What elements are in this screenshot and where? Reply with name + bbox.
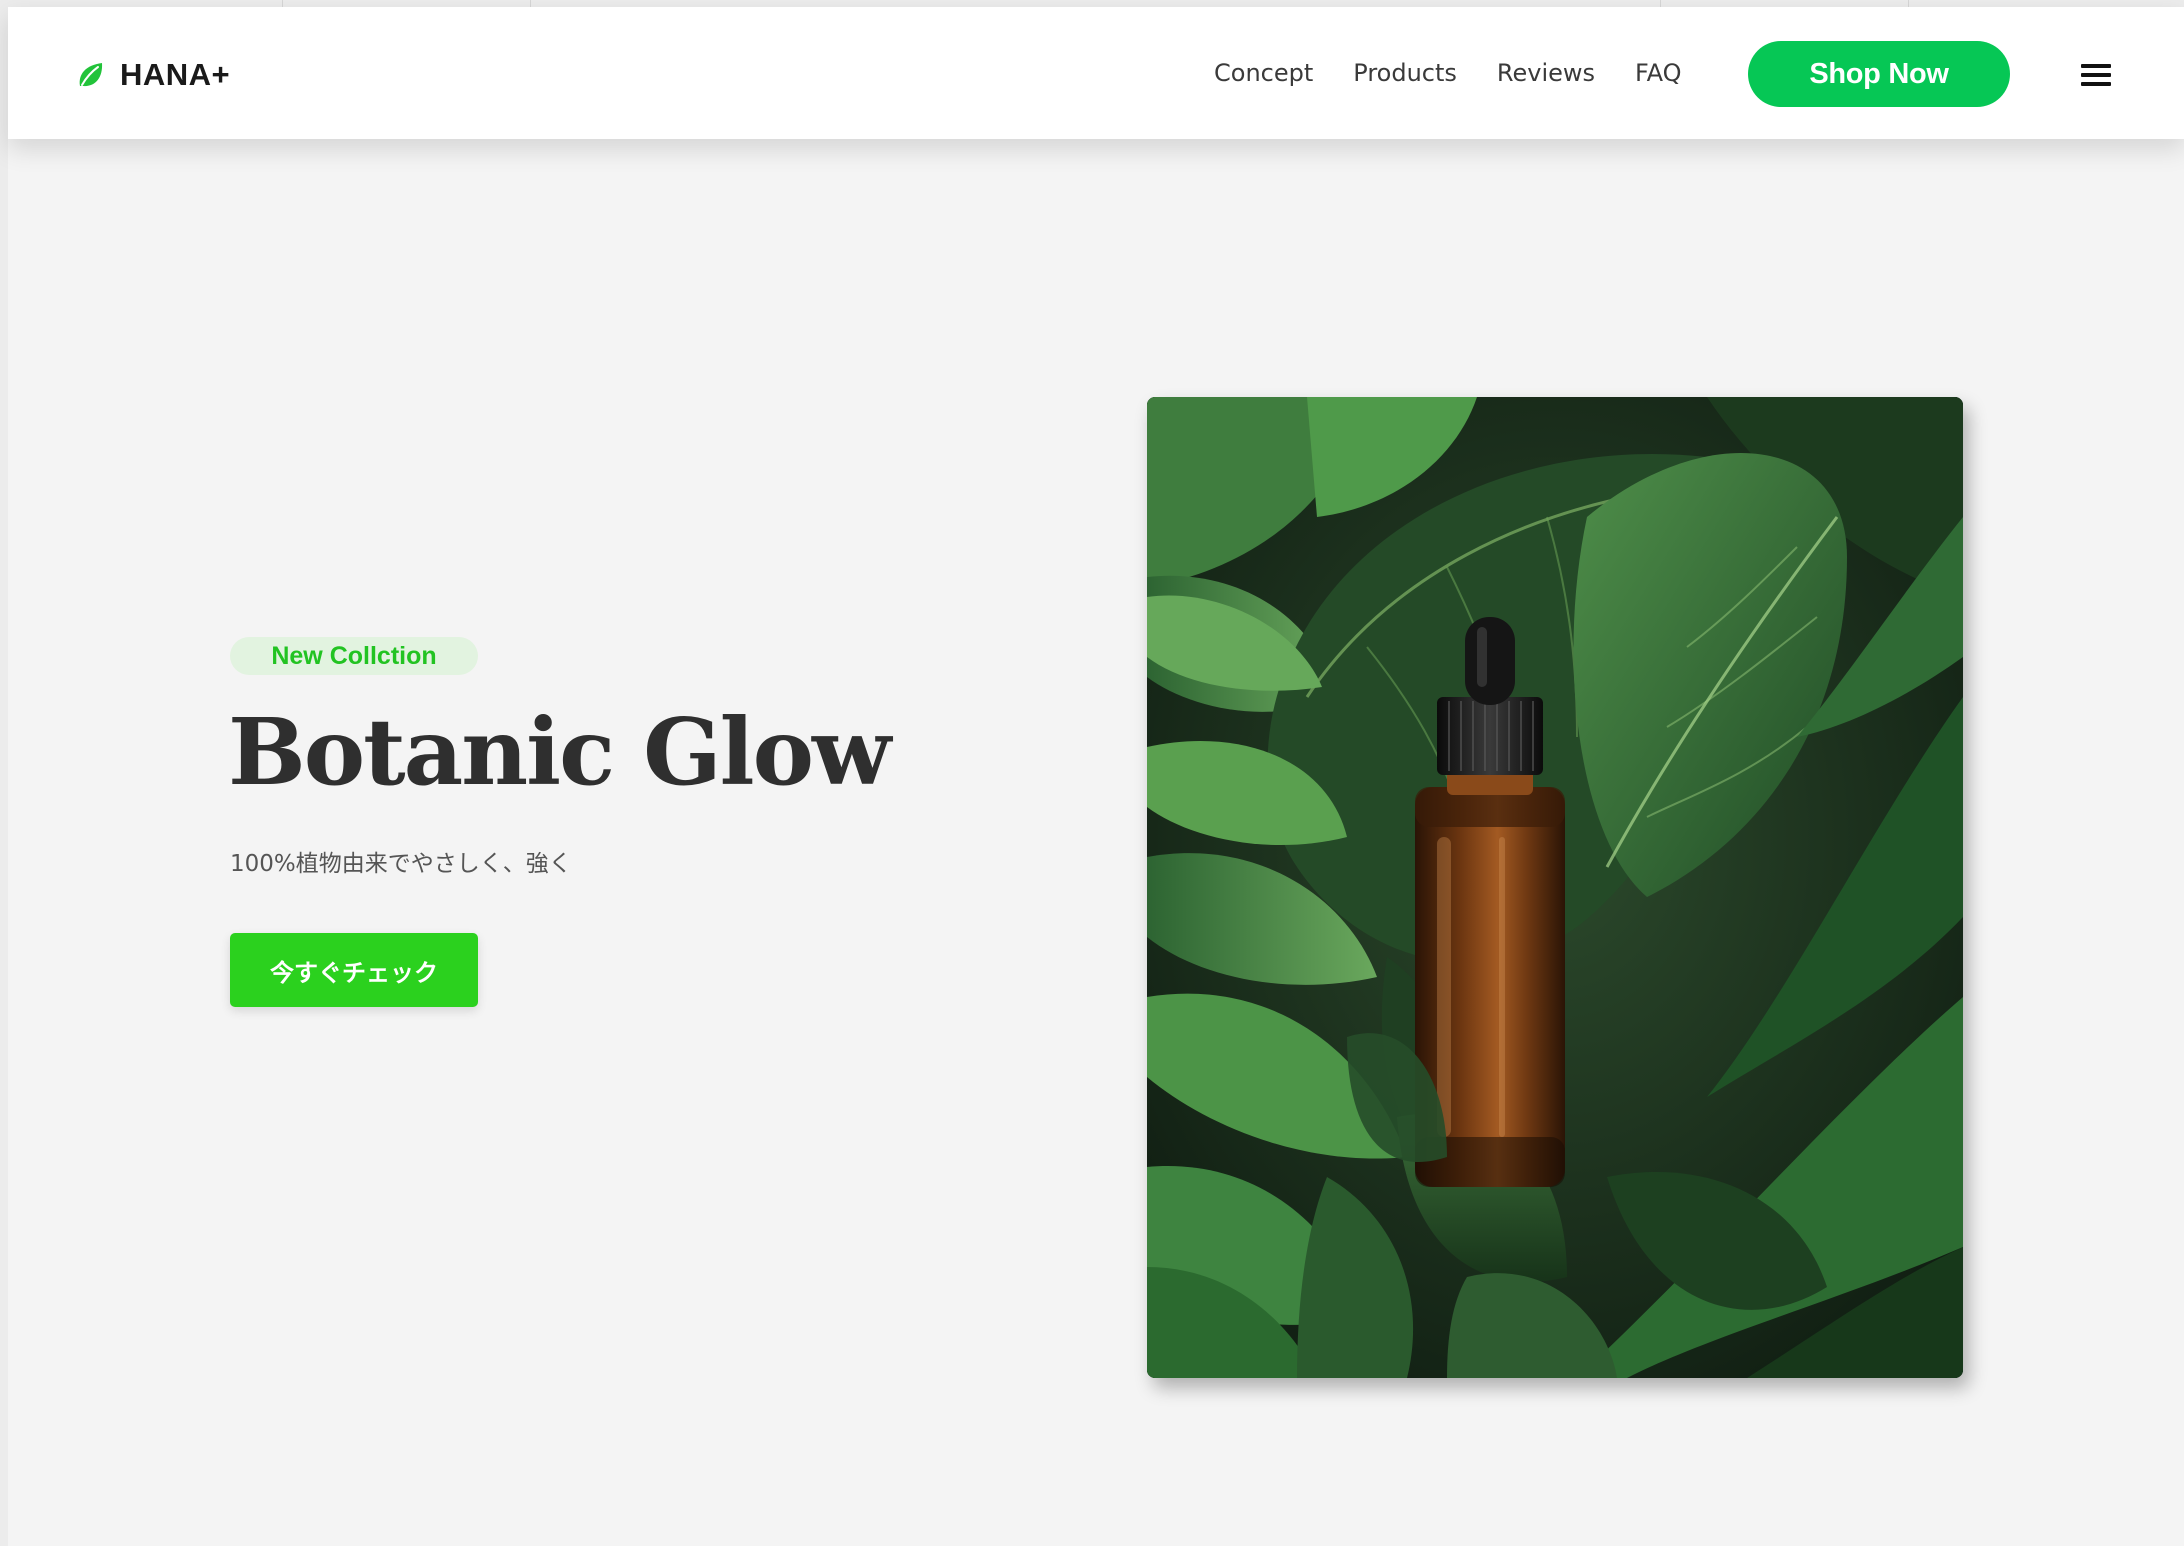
hero-title: Botanic Glow xyxy=(228,698,891,806)
menu-bar xyxy=(2081,64,2111,68)
nav-link-products[interactable]: Products xyxy=(1353,59,1457,87)
main-nav: Concept Products Reviews FAQ xyxy=(1214,7,1682,139)
check-now-button[interactable]: 今すぐチェック xyxy=(230,933,478,1007)
product-image xyxy=(1147,397,1963,1378)
new-collection-badge: New Collction xyxy=(230,637,478,675)
page-left-edge xyxy=(0,0,8,1546)
hamburger-menu-icon[interactable] xyxy=(2072,51,2120,99)
menu-bar xyxy=(2081,73,2111,77)
brand-name: HANA+ xyxy=(120,57,231,92)
hero-subtitle: 100%植物由来でやさしく、強く xyxy=(230,851,572,877)
serum-bottle-on-leaves-image xyxy=(1147,397,1963,1378)
site-header: HANA+ Concept Products Reviews FAQ Shop … xyxy=(8,7,2184,139)
nav-link-concept[interactable]: Concept xyxy=(1214,59,1313,87)
brand-logo[interactable]: HANA+ xyxy=(74,55,230,95)
nav-link-faq[interactable]: FAQ xyxy=(1635,59,1682,87)
browser-top-strip xyxy=(0,0,2184,7)
shop-now-button[interactable]: Shop Now xyxy=(1748,41,2010,107)
leaf-icon xyxy=(79,63,103,87)
menu-bar xyxy=(2081,82,2111,86)
nav-link-reviews[interactable]: Reviews xyxy=(1497,59,1595,87)
